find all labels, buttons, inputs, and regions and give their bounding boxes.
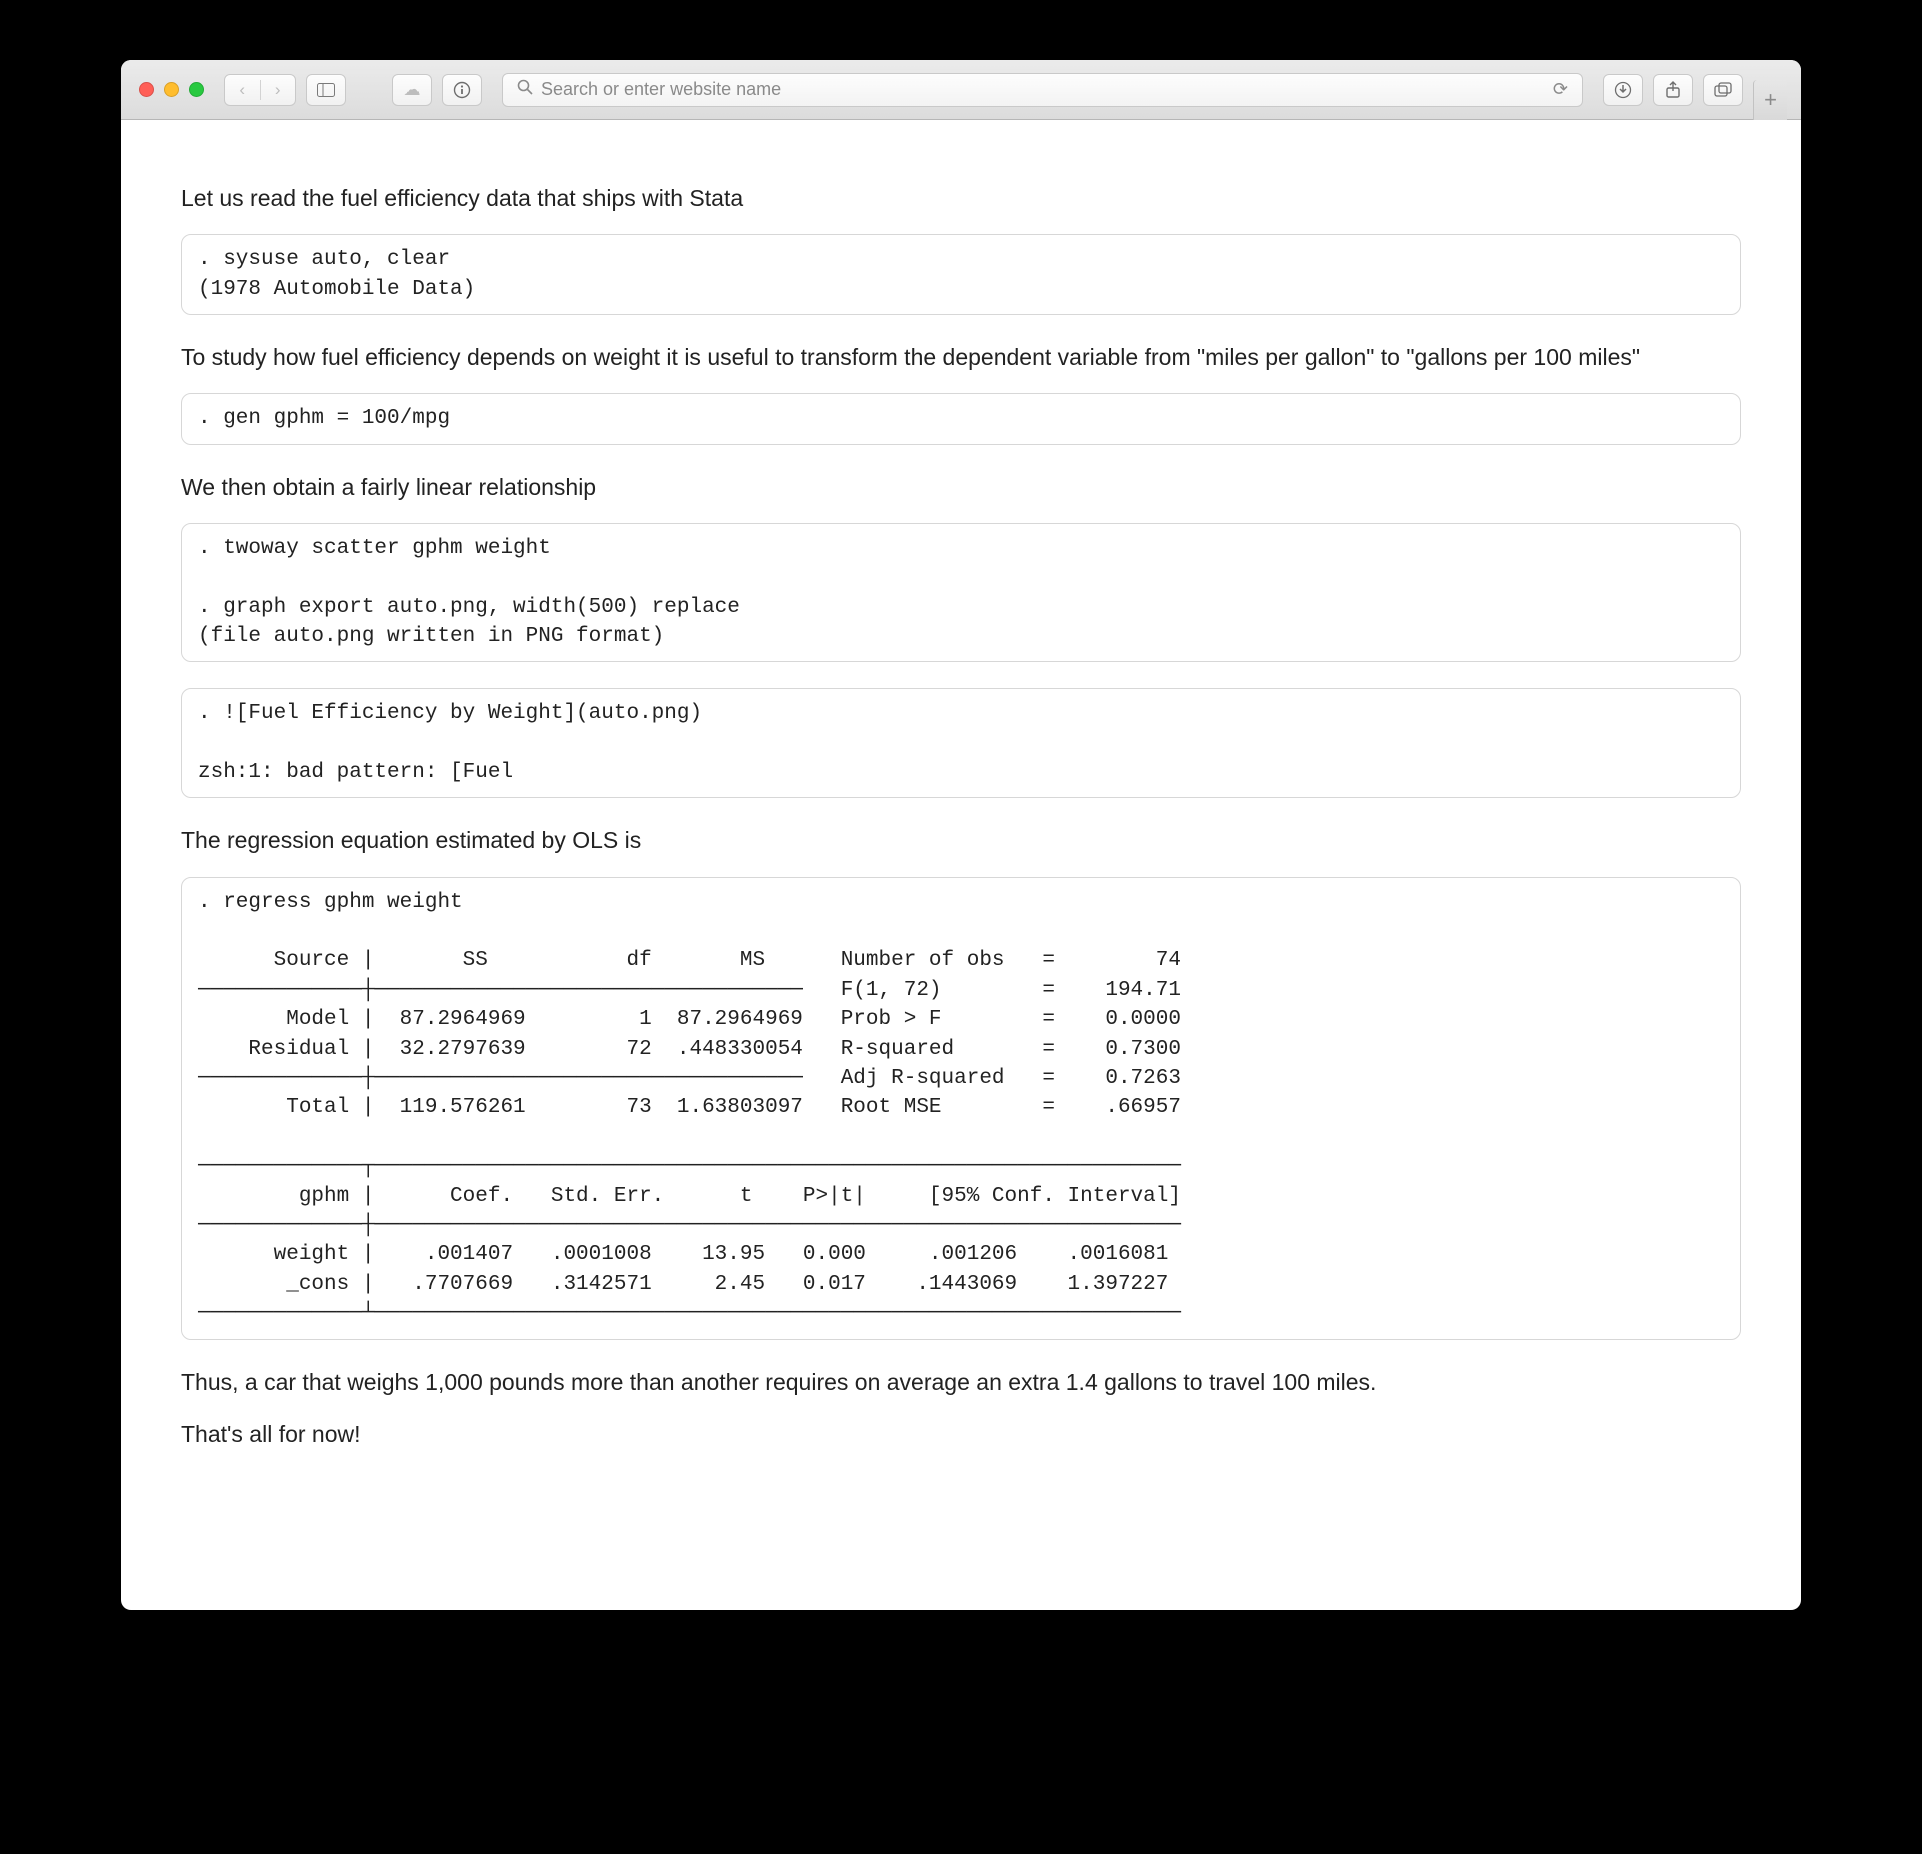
code-block: . regress gphm weight Source | SS df MS … — [181, 877, 1741, 1340]
search-icon — [517, 79, 533, 100]
tabs-button[interactable] — [1703, 74, 1743, 106]
minimize-window-button[interactable] — [164, 82, 179, 97]
shield-info-icon — [453, 81, 471, 99]
address-placeholder: Search or enter website name — [541, 79, 1553, 100]
browser-window: ‹ › ☁ Search or enter website name ⟳ — [121, 60, 1801, 1610]
reader-button[interactable]: ☁ — [392, 74, 432, 106]
tabs-icon — [1714, 82, 1732, 98]
paragraph: Let us read the fuel efficiency data tha… — [181, 182, 1741, 214]
privacy-report-button[interactable] — [442, 74, 482, 106]
forward-icon[interactable]: › — [261, 80, 296, 100]
address-bar[interactable]: Search or enter website name ⟳ — [502, 73, 1583, 107]
back-icon[interactable]: ‹ — [225, 80, 261, 100]
new-tab-button[interactable]: + — [1753, 80, 1787, 120]
share-icon — [1665, 81, 1681, 99]
paragraph: Thus, a car that weighs 1,000 pounds mor… — [181, 1366, 1741, 1398]
downloads-button[interactable] — [1603, 74, 1643, 106]
share-button[interactable] — [1653, 74, 1693, 106]
paragraph: That's all for now! — [181, 1418, 1741, 1450]
download-icon — [1614, 81, 1632, 99]
sidebar-icon — [317, 83, 335, 97]
reload-icon[interactable]: ⟳ — [1553, 79, 1568, 100]
paragraph: We then obtain a fairly linear relations… — [181, 471, 1741, 503]
browser-toolbar: ‹ › ☁ Search or enter website name ⟳ — [121, 60, 1801, 120]
fullscreen-window-button[interactable] — [189, 82, 204, 97]
close-window-button[interactable] — [139, 82, 154, 97]
sidebar-toggle-button[interactable] — [306, 74, 346, 106]
nav-back-forward[interactable]: ‹ › — [224, 74, 296, 106]
code-block: . ![Fuel Efficiency by Weight](auto.png)… — [181, 688, 1741, 798]
code-block: . twoway scatter gphm weight . graph exp… — [181, 523, 1741, 663]
window-controls — [139, 82, 204, 97]
code-block: . gen gphm = 100/mpg — [181, 393, 1741, 444]
cloud-icon: ☁ — [404, 80, 421, 100]
paragraph: To study how fuel efficiency depends on … — [181, 341, 1741, 373]
page-content: Let us read the fuel efficiency data tha… — [121, 120, 1801, 1610]
code-block: . sysuse auto, clear (1978 Automobile Da… — [181, 234, 1741, 315]
paragraph: The regression equation estimated by OLS… — [181, 824, 1741, 856]
